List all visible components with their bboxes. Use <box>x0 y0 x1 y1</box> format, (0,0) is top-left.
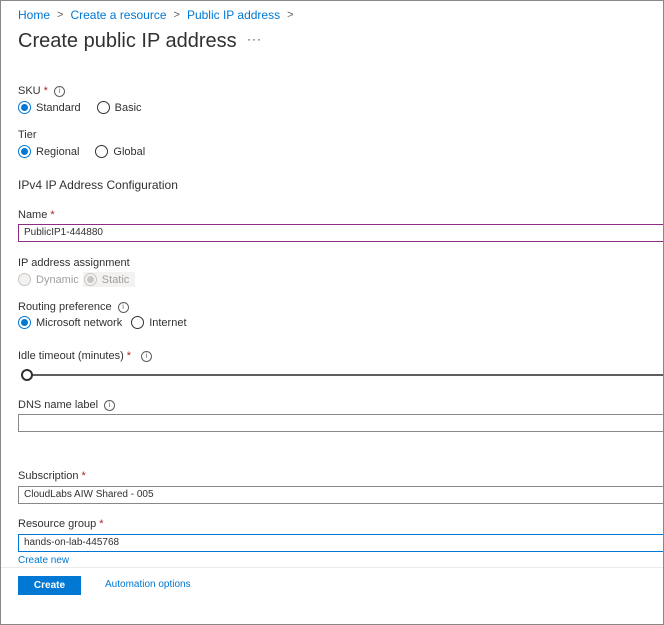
idle-timeout-slider-thumb[interactable] <box>21 369 33 381</box>
chevron-right-icon: > <box>173 9 180 21</box>
radio-selected-icon[interactable] <box>18 145 31 158</box>
radio-selected-icon[interactable] <box>18 101 31 114</box>
automation-options-link[interactable]: Automation options <box>105 579 191 590</box>
sku-radio-group: Standard Basic <box>18 101 158 114</box>
footer-divider <box>1 567 663 568</box>
sku-option-standard[interactable]: Standard <box>18 101 81 114</box>
radio-empty-icon <box>18 273 31 286</box>
breadcrumb-home[interactable]: Home <box>18 8 50 22</box>
tier-option-global[interactable]: Global <box>95 145 145 158</box>
info-icon[interactable]: i <box>104 400 116 411</box>
name-input[interactable]: PublicIP1-444880 <box>18 224 663 242</box>
chevron-right-icon: > <box>287 9 294 21</box>
dns-name-label: DNS name label i <box>18 399 116 411</box>
radio-selected-icon[interactable] <box>18 316 31 329</box>
dns-name-input[interactable] <box>18 414 663 432</box>
required-asterisk: * <box>99 518 104 530</box>
radio-empty-icon[interactable] <box>95 145 109 158</box>
idle-timeout-label: Idle timeout (minutes) * i <box>18 350 153 362</box>
chevron-right-icon: > <box>57 9 64 21</box>
create-new-resource-group-link[interactable]: Create new <box>18 554 69 564</box>
page-title: Create public IP address <box>18 30 237 52</box>
sku-option-basic[interactable]: Basic <box>96 101 142 114</box>
info-icon[interactable]: i <box>141 351 153 362</box>
subscription-label: Subscription * <box>18 470 86 482</box>
routing-option-microsoft-network[interactable]: Microsoft network <box>18 316 122 329</box>
ip-assignment-radio-group: Dynamic Static <box>18 272 151 287</box>
assignment-option-dynamic: Dynamic <box>18 273 79 286</box>
info-icon[interactable]: i <box>117 302 129 313</box>
required-asterisk: * <box>50 209 55 221</box>
create-public-ip-blade: Home > Create a resource > Public IP add… <box>0 0 664 625</box>
more-options-icon[interactable]: ··· <box>247 32 262 46</box>
required-asterisk: * <box>126 350 132 362</box>
tier-option-regional[interactable]: Regional <box>18 145 79 158</box>
assignment-option-static: Static <box>82 272 136 287</box>
routing-radio-group: Microsoft network Internet <box>18 316 203 329</box>
required-asterisk: * <box>43 85 48 97</box>
radio-selected-icon <box>83 273 97 286</box>
routing-option-internet[interactable]: Internet <box>131 316 187 329</box>
sku-label: SKU * i <box>18 85 65 97</box>
routing-preference-label: Routing preference i <box>18 301 129 313</box>
info-icon[interactable]: i <box>53 86 65 97</box>
ipv4-section-heading: IPv4 IP Address Configuration <box>18 178 178 192</box>
required-asterisk: * <box>81 470 86 482</box>
name-label: Name * <box>18 209 55 221</box>
ip-assignment-label: IP address assignment <box>18 257 130 269</box>
breadcrumb: Home > Create a resource > Public IP add… <box>18 8 301 22</box>
breadcrumb-create-resource[interactable]: Create a resource <box>70 8 166 22</box>
radio-empty-icon[interactable] <box>131 316 145 329</box>
tier-label: Tier <box>18 129 37 141</box>
tier-radio-group: Regional Global <box>18 145 161 158</box>
subscription-dropdown[interactable]: CloudLabs AIW Shared - 005 <box>18 486 663 504</box>
radio-empty-icon[interactable] <box>96 101 110 114</box>
breadcrumb-public-ip[interactable]: Public IP address <box>187 8 280 22</box>
create-button[interactable]: Create <box>18 576 81 595</box>
idle-timeout-slider-track[interactable] <box>27 374 663 376</box>
resource-group-label: Resource group * <box>18 518 104 530</box>
resource-group-dropdown[interactable]: hands-on-lab-445768 <box>18 534 663 552</box>
